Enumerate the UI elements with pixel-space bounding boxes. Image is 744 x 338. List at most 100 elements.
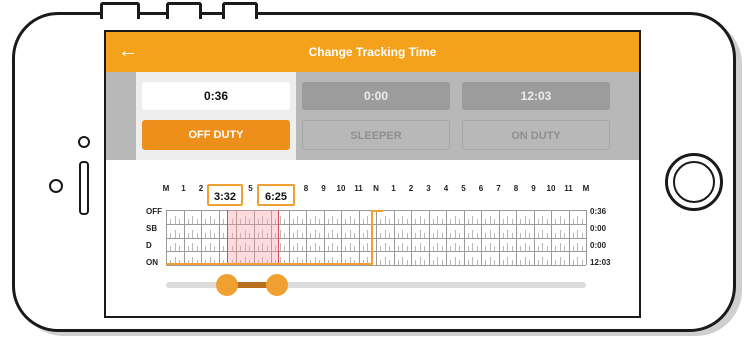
grid-quarter-tick xyxy=(572,218,574,224)
grid-quarter-tick xyxy=(524,215,526,224)
grid-quarter-tick xyxy=(319,218,321,224)
grid-quarter-tick xyxy=(314,215,316,224)
grid-quarter-tick xyxy=(511,218,513,224)
grid-quarter-tick xyxy=(555,218,557,224)
grid-quarter-tick xyxy=(170,246,172,252)
grid-quarter-tick xyxy=(572,232,574,238)
grid-quarter-tick xyxy=(174,215,176,224)
hour-label: 9 xyxy=(321,184,326,193)
grid-quarter-tick xyxy=(485,232,487,238)
grid-hour-tick xyxy=(411,210,412,265)
grid-hour-tick xyxy=(481,210,482,265)
grid-quarter-tick xyxy=(494,218,496,224)
grid-quarter-tick xyxy=(507,257,509,265)
grid-hour-tick xyxy=(323,210,325,265)
grid-quarter-tick xyxy=(559,215,561,224)
row-label-on: ON xyxy=(146,258,158,267)
grid-hour-tick xyxy=(498,210,500,265)
grid-quarter-tick xyxy=(459,260,461,265)
grid-quarter-tick xyxy=(467,246,469,252)
grid-quarter-tick xyxy=(577,215,579,224)
total-on: 12:03 xyxy=(590,258,611,267)
camera-icon xyxy=(49,179,63,193)
grid-quarter-tick xyxy=(192,229,194,238)
row-label-d: D xyxy=(146,241,152,250)
grid-quarter-tick xyxy=(214,232,216,238)
grid-quarter-tick xyxy=(170,232,172,238)
grid-quarter-tick xyxy=(459,218,461,224)
total-sb: 0:00 xyxy=(590,224,607,233)
grid-quarter-tick xyxy=(546,218,548,224)
grid-quarter-tick xyxy=(384,243,386,252)
grid-quarter-tick xyxy=(467,260,469,265)
grid-quarter-tick xyxy=(450,218,452,224)
grid-quarter-tick xyxy=(476,260,478,265)
grid-hour-tick xyxy=(183,210,185,265)
grid-quarter-tick xyxy=(310,246,312,252)
grid-quarter-tick xyxy=(581,218,583,224)
grid-quarter-tick xyxy=(187,232,189,238)
grid-quarter-tick xyxy=(437,215,439,224)
off-duty-button[interactable]: OFF DUTY xyxy=(142,120,290,150)
grid-quarter-tick xyxy=(415,232,417,238)
grid-quarter-tick xyxy=(572,246,574,252)
on-duty-button[interactable]: ON DUTY xyxy=(462,120,610,150)
grid-quarter-tick xyxy=(222,232,224,238)
grid-quarter-tick xyxy=(354,232,356,238)
row-label-sb: SB xyxy=(146,224,158,233)
start-time-label: 3:32 xyxy=(207,184,243,206)
selected-time-range xyxy=(227,210,279,265)
grid-hour-tick xyxy=(516,210,517,265)
grid-quarter-tick xyxy=(179,218,181,224)
hour-label: N xyxy=(373,184,379,193)
grid-quarter-tick xyxy=(511,232,513,238)
grid-hour-tick xyxy=(166,210,167,265)
grid-quarter-tick xyxy=(362,246,364,252)
grid-quarter-tick xyxy=(494,232,496,238)
grid-quarter-tick xyxy=(406,232,408,238)
grid-quarter-tick xyxy=(301,246,303,252)
grid-quarter-tick xyxy=(179,246,181,252)
hour-label: 11 xyxy=(564,184,573,193)
grid-quarter-tick xyxy=(537,260,539,265)
grid-quarter-tick xyxy=(209,215,211,224)
sleeper-button[interactable]: SLEEPER xyxy=(302,120,450,150)
speaker-icon xyxy=(79,161,89,215)
sleeper-time: 0:00 xyxy=(302,82,450,110)
grid-quarter-tick xyxy=(542,243,544,252)
end-time-handle[interactable] xyxy=(266,274,288,296)
grid-quarter-tick xyxy=(572,260,574,265)
grid-quarter-tick xyxy=(406,246,408,252)
grid-quarter-tick xyxy=(424,260,426,265)
grid-quarter-tick xyxy=(222,218,224,224)
hour-label: 10 xyxy=(546,184,556,193)
grid-hour-tick xyxy=(446,210,447,265)
grid-quarter-tick xyxy=(424,232,426,238)
grid-quarter-tick xyxy=(187,246,189,252)
grid-quarter-tick xyxy=(406,260,408,265)
grid-quarter-tick xyxy=(297,229,299,238)
grid-quarter-tick xyxy=(476,246,478,252)
grid-quarter-tick xyxy=(432,260,434,265)
grid-quarter-tick xyxy=(432,218,434,224)
start-time-handle[interactable] xyxy=(216,274,238,296)
grid-quarter-tick xyxy=(192,215,194,224)
grid-quarter-tick xyxy=(542,215,544,224)
grid-quarter-tick xyxy=(336,246,338,252)
grid-quarter-tick xyxy=(476,232,478,238)
grid-quarter-tick xyxy=(196,246,198,252)
grid-quarter-tick xyxy=(332,229,334,238)
duty-log-graph: OFF SB D ON 0:36 0:00 0:00 12:03 3:32 6:… xyxy=(106,160,639,316)
grid-quarter-tick xyxy=(345,246,347,252)
grid-quarter-tick xyxy=(402,215,404,224)
grid-quarter-tick xyxy=(384,229,386,238)
grid-quarter-tick xyxy=(196,232,198,238)
grid-quarter-tick xyxy=(389,260,391,265)
grid-quarter-tick xyxy=(424,218,426,224)
grid-quarter-tick xyxy=(402,229,404,238)
home-button[interactable] xyxy=(665,153,723,211)
grid-quarter-tick xyxy=(279,243,281,252)
grid-quarter-tick xyxy=(314,243,316,252)
grid-quarter-tick xyxy=(384,215,386,224)
grid-quarter-tick xyxy=(450,260,452,265)
